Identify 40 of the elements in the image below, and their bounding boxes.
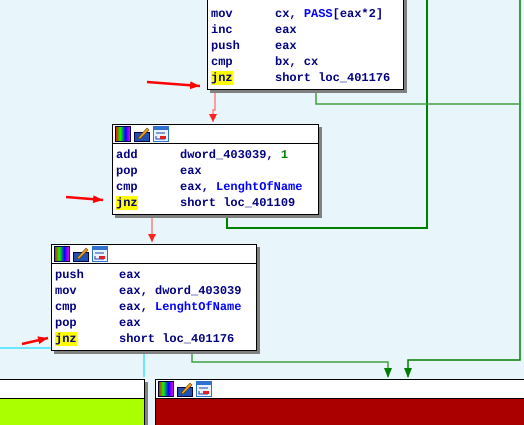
graph-icon[interactable]: [196, 381, 212, 397]
pencil-icon[interactable]: [134, 126, 150, 142]
pointer-arrow: [66, 195, 104, 204]
operand: eax: [275, 38, 297, 54]
mnemonic: cmp: [116, 180, 138, 194]
mnemonic: jnz: [211, 71, 233, 85]
operand: short loc_401109: [180, 195, 296, 211]
pencil-icon[interactable]: [73, 246, 89, 262]
mnemonic: pop: [116, 164, 138, 178]
mnemonic: inc: [211, 23, 233, 37]
mnemonic: jnz: [116, 196, 138, 210]
operand: eax: [119, 315, 141, 331]
mnemonic: cmp: [55, 300, 77, 314]
operand: short loc_401176: [119, 331, 234, 347]
mnemonic: jnz: [55, 332, 77, 346]
operand: eax: [275, 22, 297, 38]
operand: eax: [180, 163, 202, 179]
pointer-arrow: [146, 80, 200, 90]
color-palette-icon[interactable]: [115, 126, 131, 142]
mnemonic: mov: [211, 7, 233, 21]
operand: eax, LenghtOfName: [119, 299, 242, 315]
mnemonic: mov: [55, 284, 77, 298]
operand: short loc_401176: [275, 70, 390, 86]
mnemonic: pop: [55, 316, 77, 330]
operand: eax, LenghtOfName: [180, 179, 302, 195]
mnemonic: cmp: [211, 55, 233, 69]
color-palette-icon[interactable]: [158, 381, 174, 397]
operand: dword_403039, 1: [180, 147, 288, 163]
operand: eax, dword_403039: [119, 283, 242, 299]
graph-icon[interactable]: [92, 246, 108, 262]
color-palette-icon[interactable]: [54, 246, 70, 262]
mnemonic: add: [116, 148, 138, 162]
graph-icon[interactable]: [153, 126, 169, 142]
operand: bx, cx: [275, 54, 318, 70]
operand: cx, PASS[eax*2]: [275, 6, 384, 22]
pencil-icon[interactable]: [177, 381, 193, 397]
mnemonic: push: [211, 39, 240, 53]
mnemonic: push: [55, 268, 84, 282]
operand: eax: [119, 267, 141, 283]
pointer-arrow: [22, 336, 48, 346]
